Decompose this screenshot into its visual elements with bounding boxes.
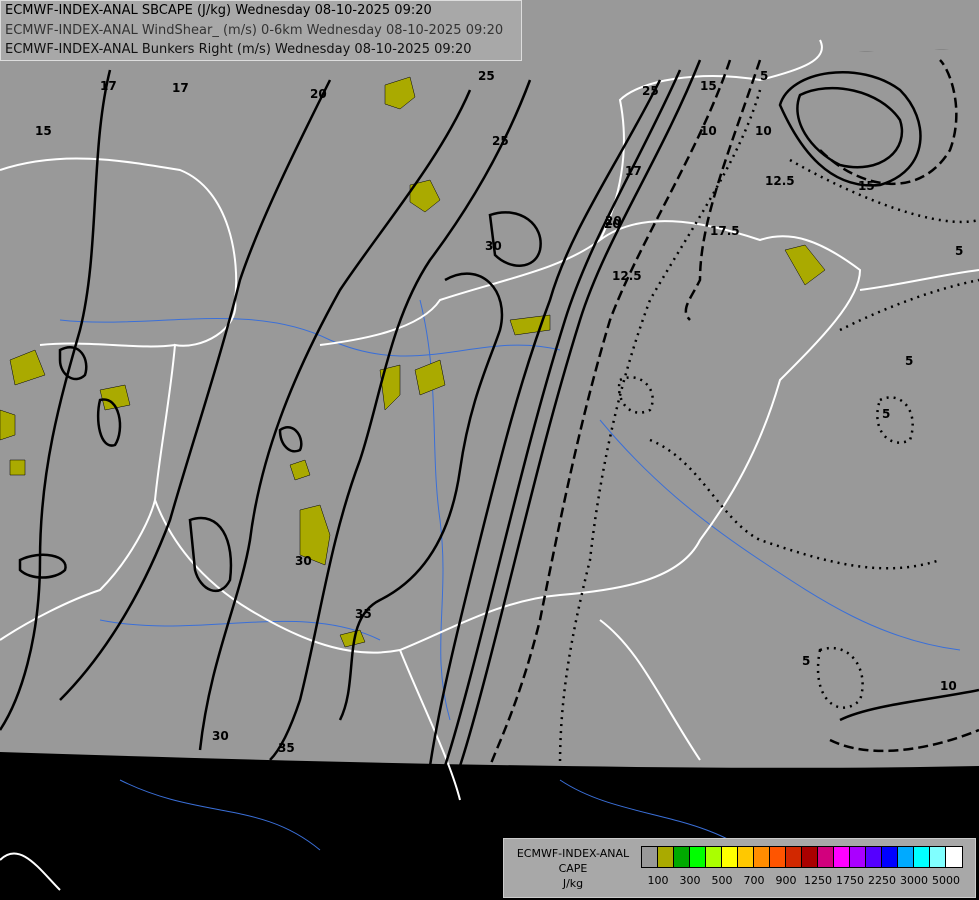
legend-tick-label: 500 (711, 874, 733, 887)
color-swatch (706, 847, 722, 867)
contour-label: 10 (755, 124, 772, 138)
legend-tick-label: 5000 (932, 874, 960, 887)
legend-title: ECMWF-INDEX-ANAL CAPE J/kg (508, 846, 638, 891)
contour-label: 15 (858, 179, 875, 193)
color-swatch (850, 847, 866, 867)
legend-title-line: CAPE (558, 862, 588, 875)
color-swatch (818, 847, 834, 867)
contour-label: 12.5 (612, 269, 642, 283)
title-bunkers: ECMWF-INDEX-ANAL Bunkers Right (m/s) Wed… (5, 42, 472, 57)
contour-label: 30 (212, 729, 229, 743)
color-swatch (866, 847, 882, 867)
title-sbcape: ECMWF-INDEX-ANAL SBCAPE (J/kg) Wednesday… (5, 3, 432, 18)
contour-label: 5 (760, 69, 768, 83)
legend-tick-label: 300 (679, 874, 701, 887)
color-swatch (754, 847, 770, 867)
color-swatch (658, 847, 674, 867)
contour-label: 5 (802, 654, 810, 668)
color-swatch (738, 847, 754, 867)
legend-tick-label: 1250 (804, 874, 832, 887)
contour-label: 20 (310, 87, 327, 101)
color-swatch (674, 847, 690, 867)
contour-label: 15 (35, 124, 52, 138)
color-swatch (802, 847, 818, 867)
contour-label: 17 (100, 79, 117, 93)
legend-tick-label: 3000 (900, 874, 928, 887)
contour-label: 35 (355, 607, 372, 621)
color-swatch (722, 847, 738, 867)
legend-title-line: ECMWF-INDEX-ANAL (516, 847, 630, 860)
contour-label: 5 (905, 354, 913, 368)
title-windshear: ECMWF-INDEX-ANAL WindShear_ (m/s) 0-6km … (5, 23, 504, 38)
contour-label: 25 (478, 69, 495, 83)
legend-title-line: J/kg (562, 877, 584, 890)
legend-tick-label: 1750 (836, 874, 864, 887)
contour-label: 10 (940, 679, 957, 693)
legend-tick-label: 700 (743, 874, 765, 887)
contour-label: 20 (605, 214, 622, 228)
color-swatch (834, 847, 850, 867)
map-title-box: ECMWF-INDEX-ANAL SBCAPE (J/kg) Wednesday… (0, 0, 522, 61)
legend-tick-label: 900 (775, 874, 797, 887)
contour-label: 15 (700, 79, 717, 93)
legend-tick-label: 100 (647, 874, 669, 887)
color-swatch (642, 847, 658, 867)
contour-label: 17 (625, 164, 642, 178)
contour-label: 17.5 (710, 224, 740, 238)
color-swatch (898, 847, 914, 867)
contour-label: 10 (700, 124, 717, 138)
contour-label: 30 (485, 239, 502, 253)
contour-label: 25 (642, 84, 659, 98)
cape-legend: ECMWF-INDEX-ANAL CAPE J/kg 100 300 500 700 9… (503, 838, 976, 898)
contour-label: 25 (492, 134, 509, 148)
contour-label: 30 (295, 554, 312, 568)
color-swatch (930, 847, 946, 867)
color-swatch (914, 847, 930, 867)
color-swatch (946, 847, 962, 867)
weather-map: 17 17 15 20 25 25 25 17 20 30 30 35 35 3… (0, 0, 979, 900)
contour-label: 35 (278, 741, 295, 755)
color-scale (641, 846, 963, 868)
data-domain (0, 0, 979, 768)
contour-label: 5 (955, 244, 963, 258)
contour-label: 12.5 (765, 174, 795, 188)
legend-tick-label: 2250 (868, 874, 896, 887)
contour-label: 17 (172, 81, 189, 95)
color-swatch (690, 847, 706, 867)
contour-label: 5 (882, 407, 890, 421)
color-swatch (770, 847, 786, 867)
color-swatch (786, 847, 802, 867)
color-swatch (882, 847, 898, 867)
